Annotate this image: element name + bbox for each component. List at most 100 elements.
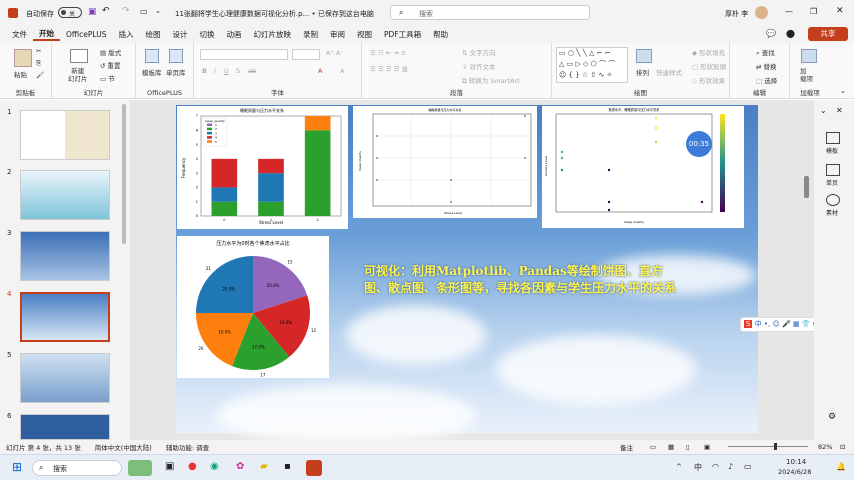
layout-button[interactable]: ▤ 版式 — [100, 47, 121, 57]
section-button[interactable]: ▭ 节 — [100, 73, 115, 83]
task-view-icon[interactable]: ▣ — [165, 461, 174, 472]
font-color-icon[interactable]: A — [318, 67, 322, 75]
menu-insert[interactable]: 插入 — [112, 29, 139, 40]
close-pane-icon[interactable]: ✕ — [836, 106, 843, 115]
smartart-button[interactable]: ⧉ 转换为 SmartArt — [462, 75, 520, 86]
close-icon[interactable]: ✕ — [836, 6, 844, 16]
material-icon[interactable] — [826, 194, 840, 206]
menu-officeplus[interactable]: OfficePLUS — [60, 30, 112, 39]
addins-button[interactable]: 加 载项 — [800, 67, 813, 83]
paste-icon[interactable] — [14, 49, 32, 67]
font-name-select[interactable] — [200, 49, 288, 60]
avatar[interactable] — [755, 6, 768, 19]
widgets-icon[interactable] — [128, 460, 152, 476]
shape-fill-button[interactable]: ◆ 形状填充 — [692, 47, 725, 57]
timer-badge[interactable]: 00:35 — [686, 131, 712, 157]
menu-record[interactable]: 录制 — [297, 29, 324, 40]
windows-start-icon[interactable]: ⊞ — [12, 460, 22, 474]
slideshow-view-icon[interactable]: ▣ — [704, 443, 710, 451]
collapse-ribbon-icon[interactable]: ⌄ — [840, 87, 846, 95]
quick-styles-button[interactable]: 快速样式 — [656, 67, 682, 77]
template-library-button[interactable]: 模板库 — [142, 67, 162, 77]
app-icon-3[interactable]: ✿ — [236, 461, 244, 472]
italic-icon[interactable]: I — [214, 67, 216, 75]
font-size-select[interactable] — [292, 49, 320, 60]
new-slide-icon[interactable] — [70, 49, 88, 63]
align-text-button[interactable]: ⇳ 对齐文本 — [462, 61, 496, 71]
battery-icon[interactable]: ▭ — [744, 462, 752, 471]
notes-button[interactable]: 备注 — [620, 442, 633, 452]
autosave-toggle[interactable]: 关 — [58, 7, 82, 18]
find-button[interactable]: ⌕ 查找 — [756, 47, 775, 58]
menu-pdf-toolbox[interactable]: PDF工具箱 — [378, 29, 427, 40]
underline-icon[interactable]: U — [224, 67, 229, 75]
redo-icon[interactable]: ↷ — [122, 6, 130, 16]
format-painter-icon[interactable]: 🖌 — [36, 71, 44, 79]
terminal-icon[interactable]: ▪ — [284, 461, 291, 472]
menu-animations[interactable]: 动画 — [220, 29, 247, 40]
replace-button[interactable]: ⇄ 替换 — [756, 61, 777, 71]
shapes-gallery[interactable]: ▭ ○ ╲ ╲ △ ⌐ ⌐ △ ▭ ▷ ◇ ⬠ ⌒ ⌒ ☺ { } ☆ ⇧ ∿ ✧ — [556, 47, 628, 83]
search-box[interactable]: ⌕ 搜索 — [390, 5, 590, 20]
edge-icon[interactable]: ◉ — [210, 461, 219, 472]
menu-review[interactable]: 审阅 — [324, 29, 351, 40]
copy-icon[interactable]: ⎘ — [36, 59, 41, 68]
bold-icon[interactable]: B — [202, 67, 207, 75]
new-slide-button[interactable]: 新建 幻灯片 — [68, 67, 88, 83]
tray-chevron-icon[interactable]: ^ — [676, 463, 682, 471]
fit-slide-icon[interactable]: ⊡ — [840, 443, 845, 451]
menu-home[interactable]: 开始 — [33, 28, 60, 41]
bullets-icon[interactable]: ☰ ☷ ⇤ ⇥ ≡ — [370, 49, 406, 57]
page-library-button[interactable]: 单页库 — [166, 67, 186, 77]
reset-button[interactable]: ↺ 重置 — [100, 60, 121, 70]
slide-caption[interactable]: 可视化：利用Matplotlib、Pandas等绘制饼图、直方图、散点图、条形图… — [364, 263, 684, 297]
app-icon-1[interactable]: ● — [188, 461, 197, 472]
select-button[interactable]: ⬚ 选择 — [756, 75, 777, 85]
grow-font-icon[interactable]: A⁺ A⁻ — [326, 49, 344, 57]
menu-slideshow[interactable]: 幻灯片放映 — [247, 29, 297, 40]
gear-icon[interactable]: ⚙ — [828, 412, 836, 422]
undo-icon[interactable]: ↶ — [102, 6, 110, 16]
zoom-level[interactable]: 82% — [818, 443, 832, 451]
strike-icon[interactable]: ab — [248, 67, 256, 75]
minimize-icon[interactable]: — — [785, 7, 793, 16]
shape-outline-button[interactable]: ▢ 形状轮廓 — [692, 61, 726, 71]
template-library-icon[interactable] — [145, 49, 159, 63]
arrange-button[interactable]: 排列 — [636, 67, 649, 77]
ime-tray-icon[interactable]: 中 — [694, 462, 702, 473]
menu-view[interactable]: 视图 — [351, 29, 378, 40]
cut-icon[interactable]: ✂ — [36, 47, 41, 55]
clock-time[interactable]: 10:14 — [786, 458, 806, 466]
comment-icon[interactable]: 💬 — [760, 29, 782, 38]
menu-design[interactable]: 设计 — [166, 29, 193, 40]
align-icons[interactable]: ☰ ☰ ☰ ☰ ▥ — [370, 65, 408, 73]
wifi-icon[interactable]: ◠ — [712, 462, 719, 471]
slide-thumbnail-1[interactable] — [20, 110, 110, 160]
volume-icon[interactable]: ♪ — [728, 462, 733, 471]
menu-help[interactable]: 帮助 — [427, 29, 454, 40]
taskbar-search[interactable]: ⌕ 搜索 — [32, 460, 122, 476]
clock-date[interactable]: 2024/6/28 — [778, 468, 811, 476]
highlight-icon[interactable]: A — [340, 67, 344, 75]
template-icon[interactable] — [826, 132, 840, 144]
user-name[interactable]: 厚朴 李 — [725, 9, 748, 19]
zoom-slider[interactable] — [728, 443, 808, 450]
page-icon[interactable] — [826, 164, 840, 176]
paste-button[interactable]: 粘贴 — [14, 69, 27, 79]
customize-icon[interactable]: ▭ — [140, 7, 148, 16]
notification-icon[interactable]: 🔔 — [836, 462, 846, 471]
slide-thumbnail-5[interactable] — [20, 353, 110, 403]
slide-thumbnail-4[interactable] — [20, 292, 110, 342]
more-icon[interactable]: ⌄ — [155, 7, 161, 15]
menu-transitions[interactable]: 切换 — [193, 29, 220, 40]
powerpoint-taskbar-icon[interactable] — [306, 460, 322, 476]
normal-view-icon[interactable]: ▭ — [650, 443, 656, 451]
chevron-down-icon[interactable]: ⌄ — [820, 106, 827, 115]
menu-file[interactable]: 文件 — [6, 29, 33, 40]
accessibility-status[interactable]: 辅助功能: 调查 — [166, 442, 209, 452]
addins-icon[interactable] — [801, 49, 817, 63]
slide-thumbnail-6[interactable] — [20, 414, 110, 440]
sorter-view-icon[interactable]: ▦ — [668, 443, 674, 451]
shadow-icon[interactable]: S — [236, 67, 240, 75]
language-status[interactable]: 简体中文(中国大陆) — [95, 442, 152, 452]
